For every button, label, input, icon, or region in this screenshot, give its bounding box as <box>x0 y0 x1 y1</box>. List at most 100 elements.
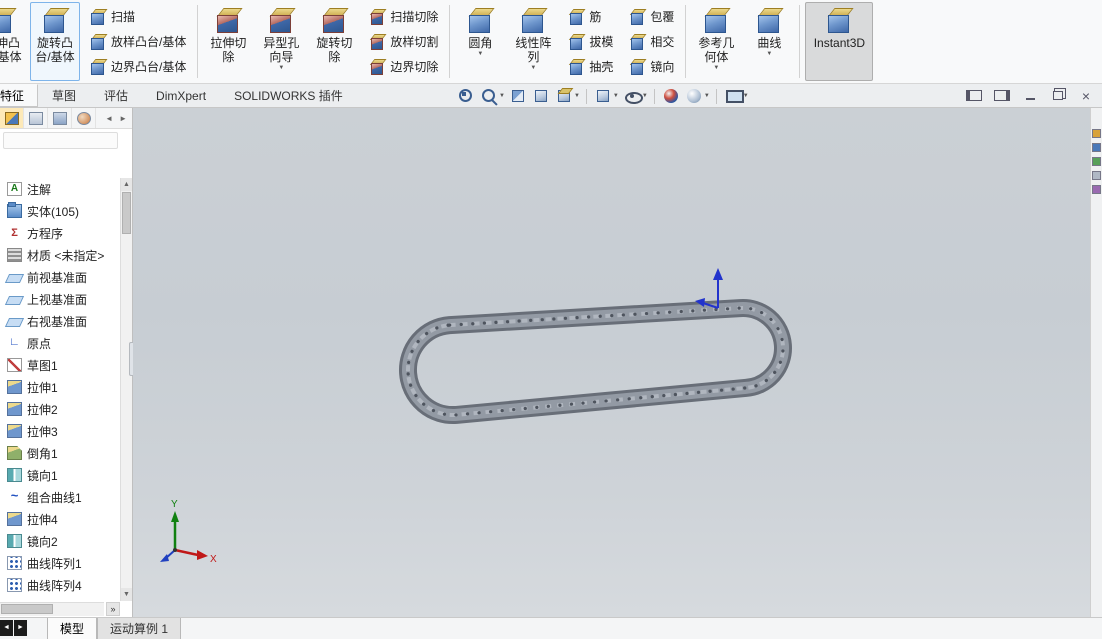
cut-loft-button[interactable]: 放样切割 <box>364 31 442 53</box>
pane-left-button[interactable] <box>964 87 984 104</box>
button-label: 边界切除 <box>390 60 439 74</box>
tree-horizontal-scrollbar[interactable] <box>0 602 104 616</box>
tree-item[interactable]: A 注解 <box>2 178 119 200</box>
boss-extrude-button[interactable]: 拉伸凸台/基体 <box>0 2 27 81</box>
triad-x-label: X <box>210 554 217 565</box>
cut-sweep-button[interactable]: 扫描切除 <box>364 6 442 28</box>
hole-wizard-button[interactable]: 异型孔向导 ▼ <box>256 2 306 81</box>
tree-item[interactable]: ~ 组合曲线1 <box>2 486 119 508</box>
tree-item[interactable]: Σ 方程序 <box>2 222 119 244</box>
command-tab[interactable]: 评估 <box>90 84 142 107</box>
tree-item[interactable]: 前视基准面 <box>2 266 119 288</box>
tab-scroll-left-button[interactable]: ◄ <box>0 620 13 636</box>
boundary-boss-button[interactable]: 边界凸台/基体 <box>85 56 190 78</box>
model-canvas[interactable]: Y X <box>133 108 1090 617</box>
design-library-icon[interactable] <box>1092 129 1101 138</box>
view-orientation-button[interactable]: ▼ <box>553 86 581 106</box>
minimize-button[interactable] <box>1020 87 1040 104</box>
cut-revolve-button[interactable]: 旋转切除 <box>309 2 359 81</box>
tree-item-label: 草图1 <box>27 358 58 373</box>
scroll-down-arrow-icon[interactable]: ▼ <box>121 588 132 601</box>
property-manager-tab[interactable] <box>24 108 48 128</box>
zoom-area-button[interactable]: ▼ <box>478 86 506 106</box>
rib-button[interactable]: 筋 <box>563 6 617 28</box>
model-tab[interactable]: 运动算例 1 <box>97 618 182 639</box>
tree-item[interactable]: 镜向2 <box>2 530 119 552</box>
tree-item[interactable]: 曲线阵列4 <box>2 574 119 596</box>
tree-item[interactable]: 倒角1 <box>2 442 119 464</box>
tree-item[interactable]: 镜向1 <box>2 464 119 486</box>
model-tab[interactable]: 模型 <box>47 618 98 639</box>
close-button[interactable] <box>1076 87 1096 104</box>
configuration-manager-tab[interactable] <box>48 108 72 128</box>
scrollbar-thumb[interactable] <box>122 192 131 234</box>
panel-scroll-right-button[interactable]: ► <box>117 112 129 125</box>
apply-scene-button[interactable]: ▼ <box>683 86 711 106</box>
edit-appearance-button[interactable] <box>660 86 682 106</box>
tree-item[interactable]: 右视基准面 <box>2 310 119 332</box>
scrollbar-thumb[interactable] <box>1 604 53 614</box>
file-explorer-icon[interactable] <box>1092 143 1101 152</box>
mirror-button[interactable]: 镜向 <box>624 56 678 78</box>
shell-button[interactable]: 抽壳 <box>563 56 617 78</box>
custom-properties-icon[interactable] <box>1092 185 1101 194</box>
tree-filter-box[interactable] <box>3 132 118 149</box>
pane-right-button[interactable] <box>992 87 1012 104</box>
fillet-button[interactable]: 圆角 ▼ <box>455 2 505 81</box>
reference-geometry-button[interactable]: 参考几何体 ▼ <box>691 2 741 81</box>
intersect-button[interactable]: 相交 <box>624 31 678 53</box>
draft-button[interactable]: 拔模 <box>563 31 617 53</box>
restore-button[interactable] <box>1048 87 1068 104</box>
chain-model[interactable] <box>399 299 792 424</box>
display-manager-tab[interactable] <box>72 108 96 128</box>
chamfer-icon <box>7 446 22 460</box>
tree-item[interactable]: 拉伸4 <box>2 508 119 530</box>
appearances-icon[interactable] <box>1092 171 1101 180</box>
tab-scroll-right-button[interactable]: ► <box>14 620 27 636</box>
tree-item[interactable]: 上视基准面 <box>2 288 119 310</box>
tree-item[interactable]: 拉伸1 <box>2 376 119 398</box>
tree-item[interactable]: 实体(105) <box>2 200 119 222</box>
tree-item[interactable]: 拉伸2 <box>2 398 119 420</box>
wrap-button[interactable]: 包覆 <box>624 6 678 28</box>
tree-item[interactable]: ∟ 原点 <box>2 332 119 354</box>
cut-boundary-button[interactable]: 边界切除 <box>364 56 442 78</box>
sweep-icon <box>89 8 106 26</box>
command-tab[interactable]: 草图 <box>38 84 90 107</box>
scroll-up-arrow-icon[interactable]: ▲ <box>121 178 132 191</box>
tree-vertical-scrollbar[interactable]: ▲ ▼ <box>120 178 132 601</box>
instant3d-icon <box>824 6 854 34</box>
shaded-view-button[interactable] <box>530 86 552 106</box>
tree-item-label: 倒角1 <box>27 446 58 461</box>
command-tab[interactable]: 特征 <box>0 84 39 107</box>
cut-extrude-button[interactable]: 拉伸切除 <box>203 2 253 81</box>
curves-button[interactable]: 曲线 ▼ <box>744 2 794 81</box>
button-label: 放样切割 <box>390 35 439 49</box>
view-palette-icon[interactable] <box>1092 157 1101 166</box>
button-label: 旋转切除 <box>316 36 353 64</box>
command-tab[interactable]: SOLIDWORKS 插件 <box>220 84 357 107</box>
graphics-area[interactable]: Y X <box>133 108 1090 617</box>
zoom-fit-button[interactable] <box>455 86 477 106</box>
button-label: 包覆 <box>650 10 675 24</box>
ribbon-group-separator <box>799 5 801 78</box>
instant3d-button[interactable]: Instant3D <box>805 2 874 81</box>
boss-revolve-button[interactable]: 旋转凸台/基体 <box>30 2 80 81</box>
linear-pattern-button[interactable]: 线性阵列 ▼ <box>508 2 558 81</box>
tree-item-label: 镜向2 <box>27 534 58 549</box>
display-style-button[interactable]: ▼ <box>592 86 620 106</box>
mirror-icon <box>7 468 22 482</box>
panel-expand-button[interactable]: » <box>106 602 120 616</box>
tree-item[interactable]: 材质 <未指定> <box>2 244 119 266</box>
command-tab[interactable]: DimXpert <box>142 84 220 107</box>
sweep-button[interactable]: 扫描 <box>85 6 190 28</box>
tree-item[interactable]: 曲线阵列1 <box>2 552 119 574</box>
section-view-button[interactable] <box>507 86 529 106</box>
hide-show-items-button[interactable]: ▼ <box>621 86 649 106</box>
tree-item[interactable]: 拉伸3 <box>2 420 119 442</box>
tree-item[interactable]: 草图1 <box>2 354 119 376</box>
loft-button[interactable]: 放样凸台/基体 <box>85 31 190 53</box>
view-settings-button[interactable]: ▼ <box>722 86 750 106</box>
panel-scroll-left-button[interactable]: ◄ <box>103 112 115 125</box>
feature-manager-tab[interactable] <box>0 108 24 128</box>
